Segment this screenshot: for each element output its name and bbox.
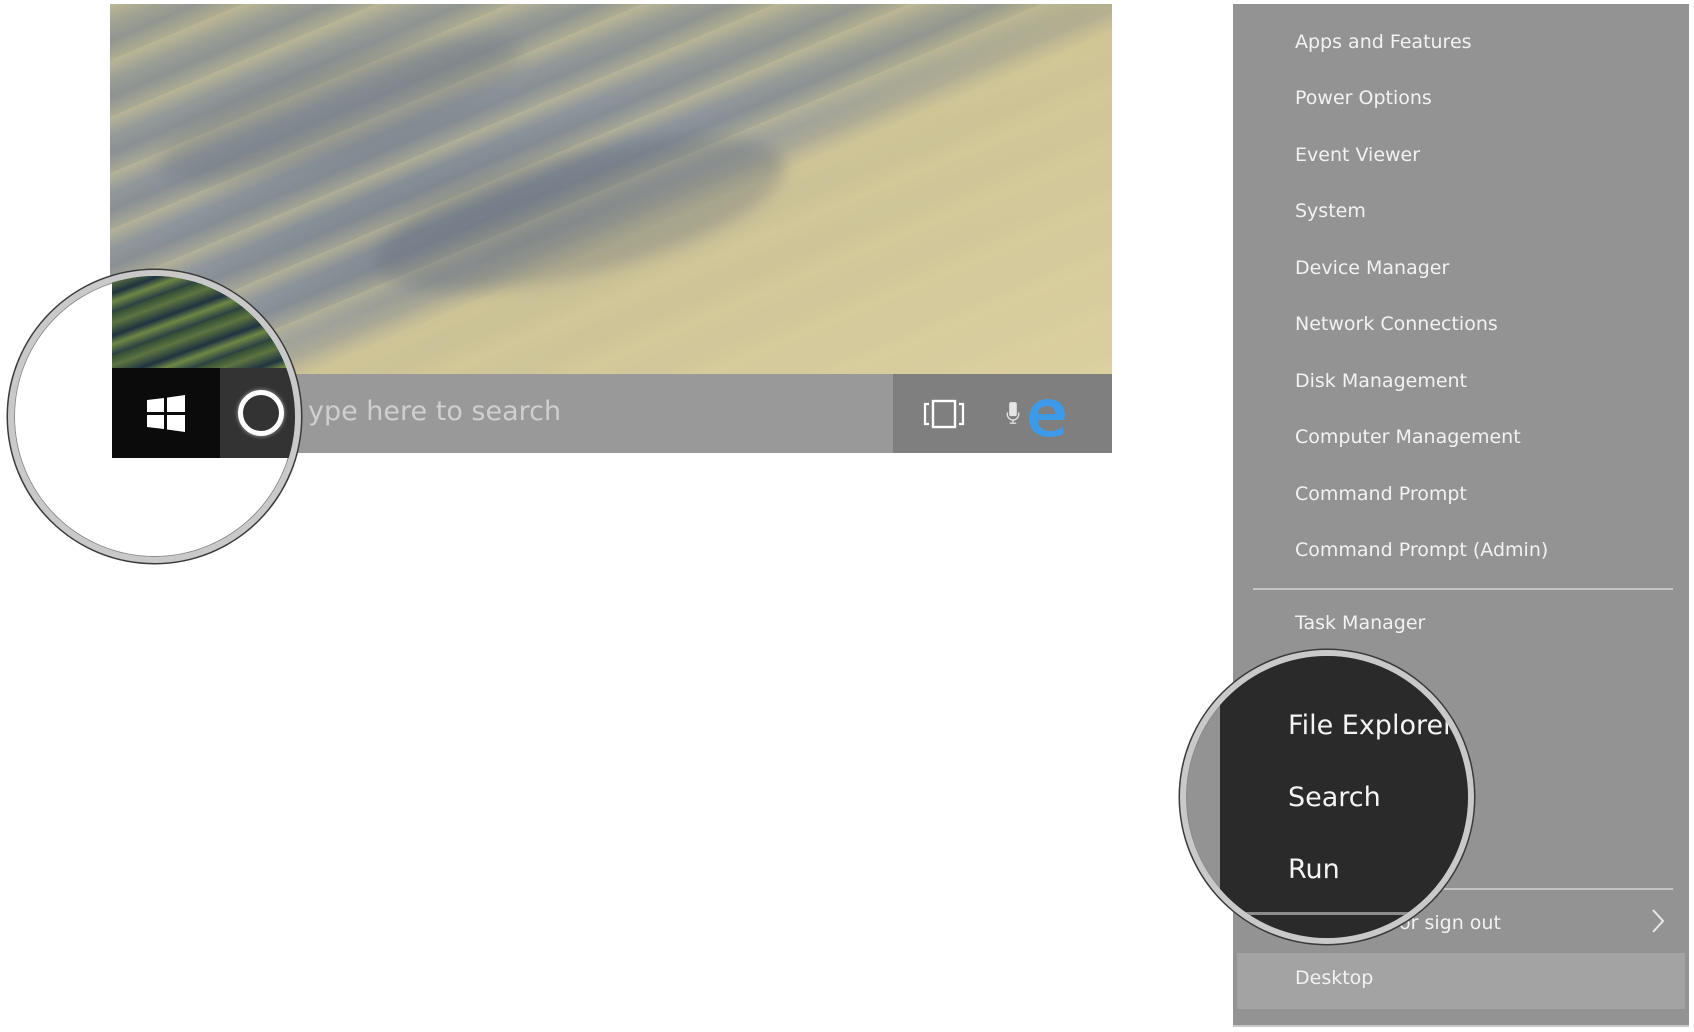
wallpaper-shadow (145, 7, 535, 211)
menu-item-system[interactable]: System (1295, 200, 1366, 222)
menu-separator (1253, 588, 1673, 590)
cortana-button[interactable] (220, 368, 295, 458)
cortana-ring-icon (238, 390, 284, 436)
menu-item-power-options[interactable]: Power Options (1295, 87, 1432, 109)
menu-item-run[interactable]: Run (1288, 854, 1340, 885)
taskbar-search-box[interactable]: ype here to search (270, 374, 1020, 453)
menu-item-computer-management[interactable]: Computer Management (1295, 426, 1521, 448)
edge-browser-icon[interactable] (1026, 396, 1068, 438)
menu-item-command-prompt-admin[interactable]: Command Prompt (Admin) (1295, 539, 1548, 561)
search-placeholder: ype here to search (308, 396, 562, 427)
menu-item-search[interactable]: Search (1288, 782, 1381, 813)
chevron-right-icon (1652, 909, 1665, 933)
microphone-icon[interactable] (1006, 396, 1020, 430)
menu-item-desktop[interactable]: Desktop (1295, 967, 1373, 989)
menu-item-device-manager[interactable]: Device Manager (1295, 257, 1449, 279)
start-button-magnifier (8, 270, 301, 563)
menu-item-network-connections[interactable]: Network Connections (1295, 313, 1498, 335)
menu-item-disk-management[interactable]: Disk Management (1295, 370, 1467, 392)
menu-item-task-manager[interactable]: Task Manager (1295, 612, 1425, 634)
magnified-wallpaper (112, 276, 295, 368)
start-button[interactable] (112, 368, 220, 458)
task-view-icon[interactable] (923, 399, 965, 429)
menu-magnifier: File Explorer Search Run (1180, 650, 1474, 944)
magnified-separator (1220, 912, 1468, 915)
menu-item-apps-and-features[interactable]: Apps and Features (1295, 31, 1472, 53)
wallpaper-shadow (361, 104, 799, 324)
menu-item-event-viewer[interactable]: Event Viewer (1295, 144, 1420, 166)
menu-item-file-explorer[interactable]: File Explorer (1288, 710, 1454, 741)
windows-logo-icon (147, 395, 185, 432)
menu-item-command-prompt[interactable]: Command Prompt (1295, 483, 1467, 505)
